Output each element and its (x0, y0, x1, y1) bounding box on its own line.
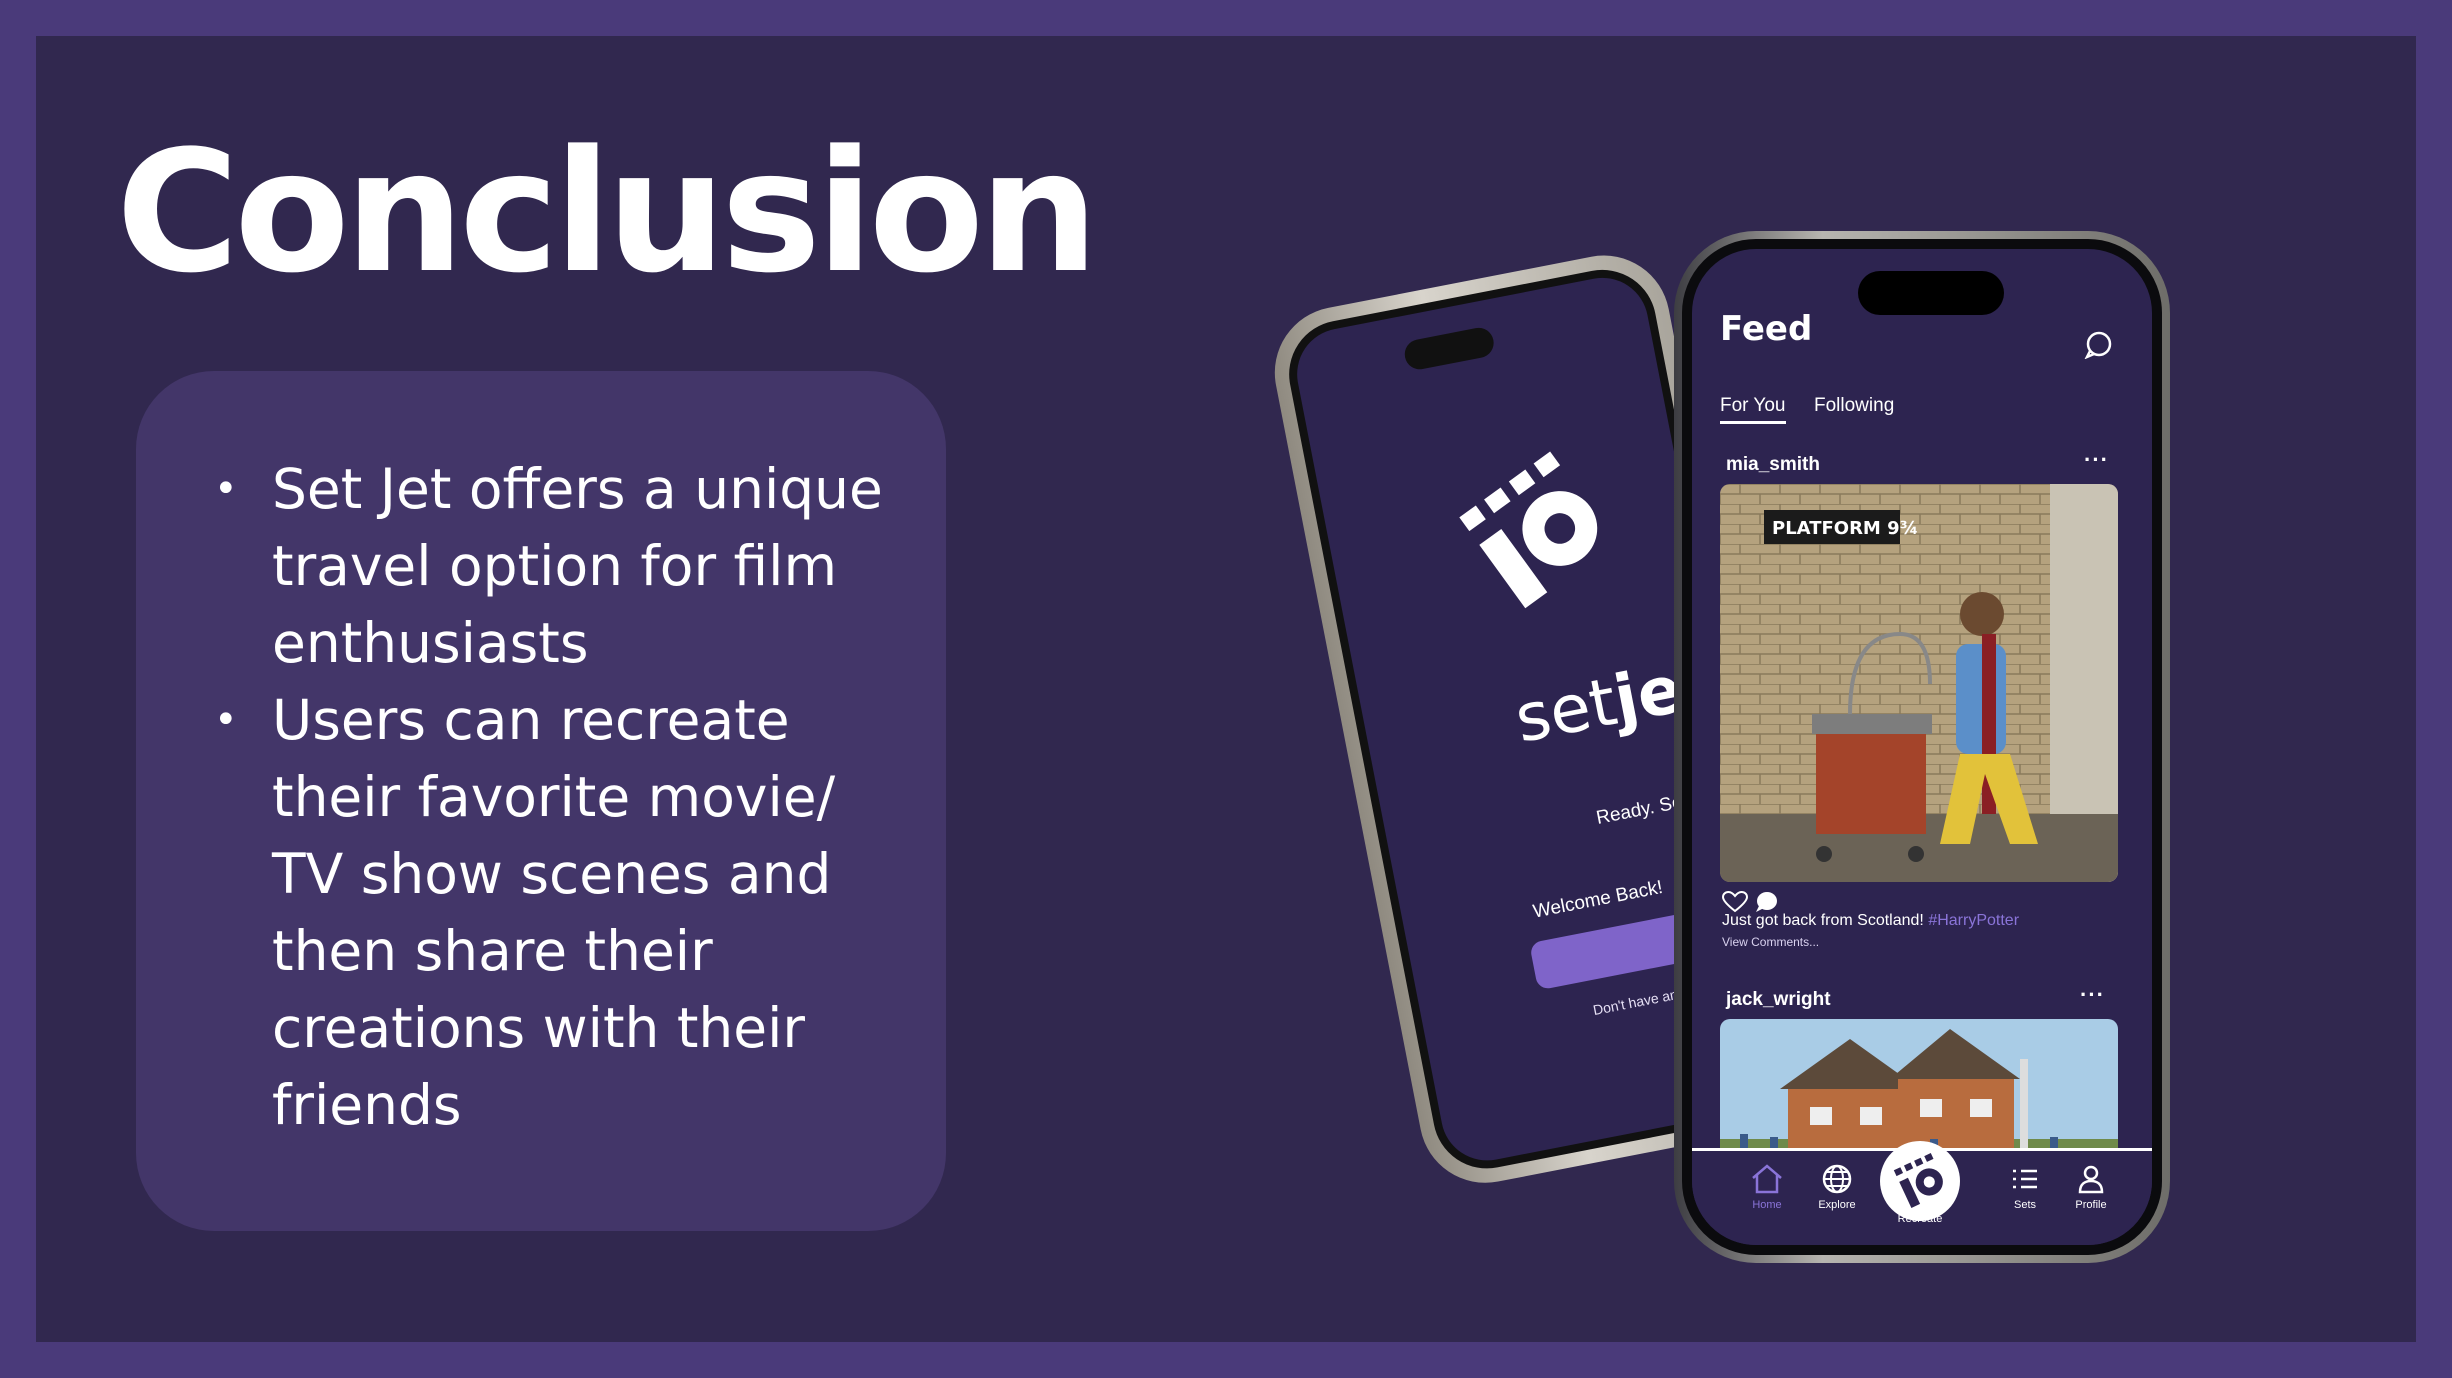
bullet-card: • Set Jet offers a unique travel option f… (136, 371, 946, 1231)
post-username[interactable]: jack_wright (1726, 989, 1831, 1011)
nav-label: Explore (1818, 1199, 1856, 1211)
bullet-dot: • (214, 697, 238, 743)
bullet-dot: • (214, 466, 238, 512)
feed-title: Feed (1720, 309, 1813, 349)
more-icon[interactable]: ··· (2080, 982, 2105, 1008)
view-comments-link[interactable]: View Comments... (1722, 935, 1819, 949)
nav-sets[interactable]: Sets (1990, 1163, 2060, 1211)
welcome-text: Welcome Back! (1531, 876, 1665, 923)
platform-photo: PLATFORM 9¾ (1720, 484, 2118, 882)
tab-following[interactable]: Following (1814, 395, 1894, 417)
chat-icon[interactable] (2084, 331, 2112, 359)
bullet-text: Set Jet offers a unique travel option fo… (272, 457, 883, 675)
nav-label: Sets (2013, 1199, 2036, 1211)
bottom-nav: Home Explore Recreate Sets Profile (1692, 1141, 2152, 1245)
slide: Conclusion • Set Jet offers a unique trav… (36, 36, 2416, 1342)
feed-phone-mockup: Feed For You Following mia_smith ··· PLA… (1674, 231, 2170, 1263)
globe-icon (1822, 1164, 1852, 1194)
nav-profile[interactable]: Profile (2056, 1163, 2126, 1211)
nav-label: Recreate (1897, 1213, 1943, 1225)
feed-screen: Feed For You Following mia_smith ··· PLA… (1682, 239, 2162, 1255)
list-icon (2013, 1169, 2037, 1189)
bullet-list: • Set Jet offers a unique travel option f… (206, 451, 906, 1144)
bullet-item: • Set Jet offers a unique travel option f… (206, 451, 906, 682)
more-icon[interactable]: ··· (2084, 447, 2109, 473)
recreate-button[interactable] (1880, 1141, 1960, 1221)
tab-for-you[interactable]: For You (1720, 395, 1786, 424)
hashtag-link[interactable]: #HarryPotter (1928, 912, 2019, 929)
post-username[interactable]: mia_smith (1726, 454, 1820, 476)
post-image[interactable]: PLATFORM 9¾ (1720, 484, 2118, 882)
bullet-item: • Users can recreate their favorite movie… (206, 682, 906, 1144)
slide-title: Conclusion (116, 114, 1099, 310)
dynamic-island (1858, 271, 2004, 315)
clapper-logo-icon (1893, 1153, 1943, 1208)
nav-home[interactable]: Home (1732, 1163, 1802, 1211)
nav-explore[interactable]: Explore (1802, 1163, 1872, 1211)
home-icon (1752, 1164, 1782, 1194)
person-icon (2078, 1165, 2104, 1194)
post-caption: Just got back from Scotland! #HarryPotte… (1722, 912, 2020, 929)
nav-label: Home (1752, 1199, 1782, 1211)
nav-label: Profile (2075, 1199, 2107, 1211)
bullet-text: Users can recreate their favorite movie/… (272, 688, 836, 1137)
clapper-logo-icon (1459, 451, 1598, 609)
dynamic-island (1402, 325, 1497, 372)
platform-sign-text: PLATFORM 9¾ (1772, 518, 1918, 539)
comment-icon[interactable] (1754, 891, 1778, 913)
heart-icon[interactable] (1722, 891, 1748, 913)
